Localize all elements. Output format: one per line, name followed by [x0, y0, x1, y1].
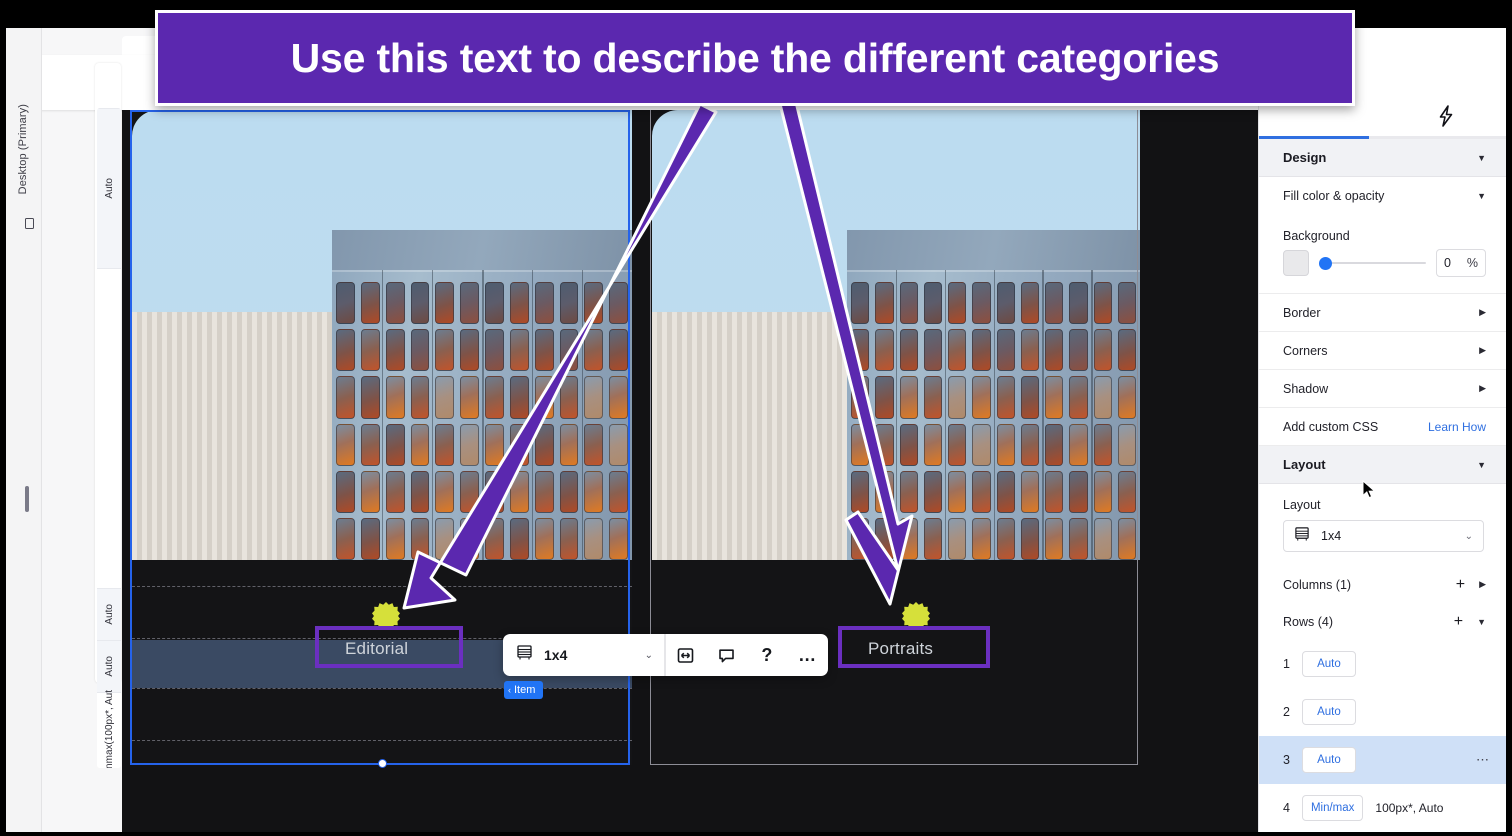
row-ruler[interactable]: Auto Auto Auto inmax(100px*, Aut: [97, 108, 121, 768]
resize-horizontal-icon[interactable]: [665, 634, 706, 676]
track-size-chip[interactable]: Auto: [1301, 651, 1356, 677]
track-row-selected[interactable]: 3 Auto ⋯: [1259, 736, 1506, 784]
opacity-value-field[interactable]: 0 %: [1436, 249, 1486, 277]
layout-select-value: 1x4: [1321, 529, 1342, 543]
item-badge[interactable]: ‹ Item: [504, 681, 544, 699]
board-category-label: Portraits: [868, 639, 934, 658]
lightning-bolt-icon[interactable]: [1435, 104, 1457, 132]
layout-select[interactable]: 1x4 ⌄: [503, 634, 666, 676]
chevron-down-icon: ⌄: [1464, 530, 1473, 542]
rows-label: Rows (4): [1283, 614, 1334, 629]
caret-right-icon[interactable]: ▶: [1479, 579, 1486, 590]
chevron-left-icon: ‹: [508, 685, 511, 695]
track-size-chip[interactable]: Auto: [1301, 699, 1356, 725]
row-ruler-label: inmax(100px*, Aut: [103, 689, 115, 768]
shadow-label: Shadow: [1283, 381, 1329, 396]
comment-icon[interactable]: [706, 634, 747, 676]
building-left-facade: [652, 312, 857, 560]
grid-rows-icon: [1294, 526, 1310, 547]
section-layout[interactable]: Layout ▼: [1259, 446, 1506, 484]
caret-right-icon: ▶: [1479, 383, 1486, 393]
row-shadow[interactable]: Shadow ▶: [1259, 370, 1506, 408]
section-layout-title: Layout: [1283, 457, 1326, 472]
columns-row[interactable]: Columns (1) + ▶: [1259, 566, 1506, 603]
row-fill-color-opacity[interactable]: Fill color & opacity ▼: [1259, 177, 1506, 215]
design-canvas[interactable]: Editorial Portraits: [122, 110, 1258, 832]
help-icon[interactable]: ?: [747, 634, 788, 676]
caret-down-icon: ▼: [1477, 191, 1486, 201]
border-label: Border: [1283, 305, 1321, 320]
layout-field-label: Layout: [1283, 498, 1321, 512]
rail-resize-handle[interactable]: [25, 486, 29, 512]
board-photo: [132, 110, 632, 560]
caret-right-icon: ▶: [1479, 307, 1486, 317]
track-index: 2: [1283, 705, 1290, 719]
monitor-icon: [25, 218, 34, 229]
background-controls: 0 %: [1259, 249, 1506, 294]
more-options-icon[interactable]: …: [787, 634, 828, 676]
building-left-facade: [132, 312, 342, 560]
row-custom-css[interactable]: Add custom CSS Learn How: [1259, 408, 1506, 446]
track-index: 4: [1283, 801, 1290, 815]
add-column-icon[interactable]: +: [1456, 576, 1465, 594]
add-row-icon[interactable]: +: [1454, 613, 1463, 631]
section-design-title: Design: [1283, 150, 1327, 165]
floating-toolbar[interactable]: 1x4 ⌄ ? …: [503, 634, 828, 676]
opacity-value: 0: [1444, 256, 1451, 270]
item-badge-label: Item: [514, 684, 536, 696]
building-roofline: [332, 230, 632, 270]
columns-label: Columns (1): [1283, 577, 1352, 592]
track-row[interactable]: 2 Auto: [1259, 688, 1506, 736]
track-size-chip[interactable]: Min/max: [1301, 795, 1364, 821]
caret-right-icon: ▶: [1479, 345, 1486, 355]
slider-thumb[interactable]: [1319, 256, 1332, 270]
right-panel[interactable]: p... › Item Design ▼ Fill color & opacit…: [1258, 28, 1506, 832]
caret-down-icon[interactable]: ▼: [1477, 617, 1486, 627]
track-size-chip[interactable]: Auto: [1301, 747, 1356, 773]
left-rail: Desktop (Primary): [6, 28, 42, 832]
row-ruler-label: Auto: [103, 656, 115, 677]
board-photo: [652, 110, 1140, 560]
help-glyph: ?: [761, 644, 773, 665]
building-facade: [332, 270, 632, 560]
slider-track: [1319, 261, 1426, 265]
board-category-label: Editorial: [345, 639, 409, 658]
custom-css-label: Add custom CSS: [1283, 419, 1379, 434]
chevron-down-icon: ⌄: [644, 649, 654, 661]
callout-banner: Use this text to describe the different …: [155, 10, 1355, 106]
row-corners[interactable]: Corners ▶: [1259, 332, 1506, 370]
rows-row[interactable]: Rows (4) + ▼: [1259, 603, 1506, 640]
row-ruler-label: Auto: [103, 178, 115, 199]
track-more-options-icon[interactable]: ⋯: [1476, 752, 1490, 768]
row-border[interactable]: Border ▶: [1259, 294, 1506, 332]
app-root: Desktop (Primary) Editorial Portraits Au…: [0, 0, 1512, 836]
screen-size-label: Desktop (Primary): [17, 104, 29, 195]
track-index: 3: [1283, 753, 1290, 767]
track-size-detail: 100px*, Auto: [1375, 801, 1444, 815]
section-design[interactable]: Design ▼: [1259, 139, 1506, 177]
track-index: 1: [1283, 657, 1290, 671]
callout-text: Use this text to describe the different …: [290, 34, 1220, 81]
row-ruler-label: Auto: [103, 604, 115, 625]
layout-select-field[interactable]: 1x4 ⌄: [1283, 520, 1484, 552]
layout-value: 1x4: [544, 647, 568, 663]
learn-how-link[interactable]: Learn How: [1428, 420, 1486, 434]
corners-label: Corners: [1283, 343, 1328, 358]
track-row[interactable]: 1 Auto: [1259, 640, 1506, 688]
fill-color-opacity-label: Fill color & opacity: [1283, 189, 1385, 203]
background-color-swatch[interactable]: [1283, 250, 1309, 276]
caret-down-icon: ▼: [1477, 459, 1486, 470]
caret-down-icon: ▼: [1477, 152, 1486, 163]
opacity-slider[interactable]: [1319, 250, 1426, 276]
grid-rows-icon: [516, 644, 533, 666]
building-facade: [847, 270, 1140, 560]
building-roofline: [847, 230, 1140, 270]
opacity-unit: %: [1466, 256, 1478, 270]
track-row[interactable]: 4 Min/max 100px*, Auto: [1259, 784, 1506, 832]
background-label: Background: [1283, 229, 1350, 243]
